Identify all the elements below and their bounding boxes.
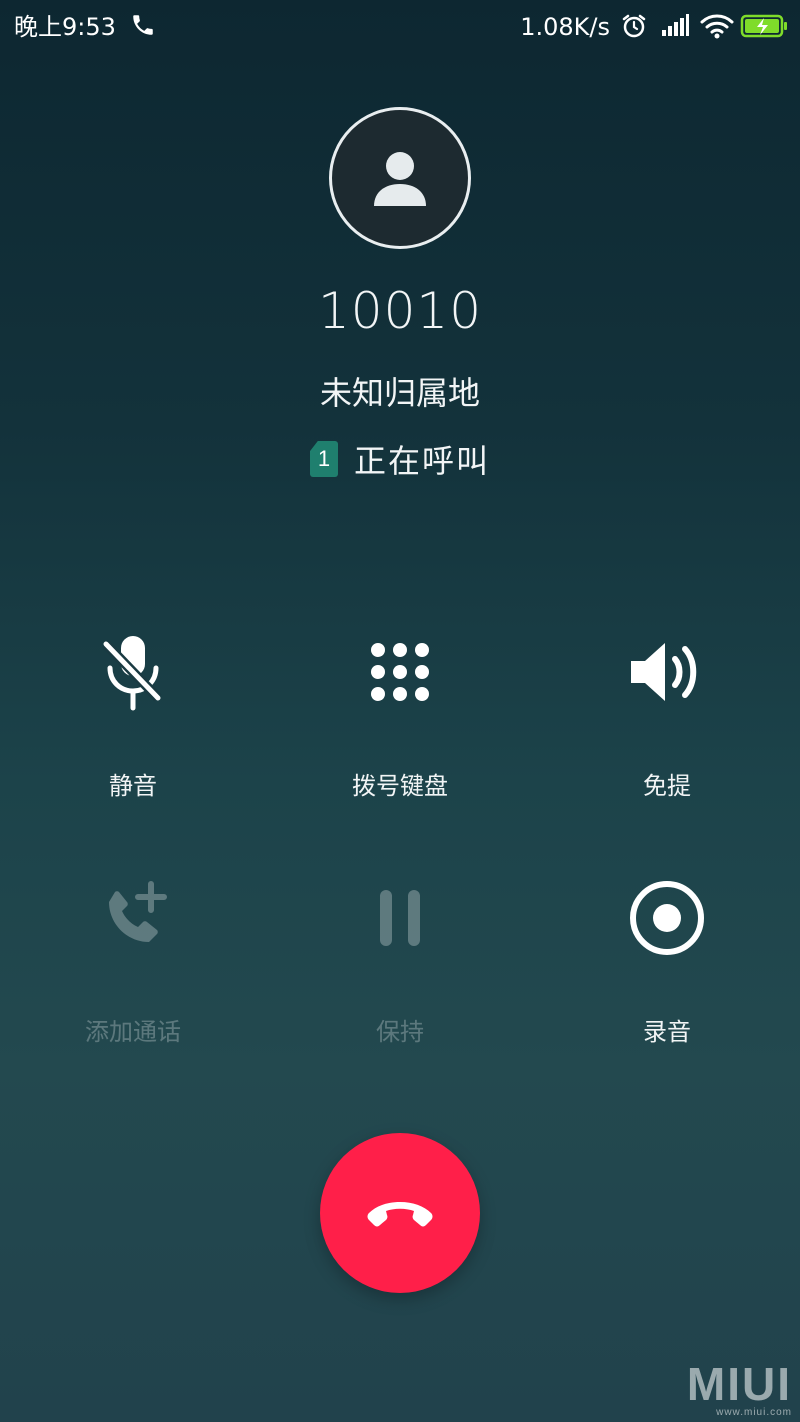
call-status-row: 1 正在呼叫 — [0, 436, 800, 482]
caller-location: 未知归属地 — [319, 374, 480, 412]
status-left: 晚上9:53 — [14, 12, 160, 42]
add-call-button[interactable]: 添加通话 — [0, 876, 266, 1047]
dialpad-icon — [371, 643, 429, 701]
record-label: 录音 — [643, 1018, 691, 1046]
battery-charging-icon — [740, 12, 788, 42]
hold-label: 保持 — [376, 1018, 424, 1046]
person-icon — [374, 152, 426, 206]
end-call-button[interactable] — [320, 1133, 480, 1293]
pause-icon — [380, 890, 420, 946]
miui-watermark: MIUI www.miui.com — [687, 1361, 792, 1418]
keypad-button[interactable]: 拨号键盘 — [267, 630, 533, 801]
status-bar: 晚上9:53 1.08K/s — [0, 0, 800, 56]
add-call-icon — [109, 881, 167, 942]
net-speed: 1.08K/s — [520, 13, 610, 41]
phone-call-icon — [130, 12, 160, 42]
signal-icon — [660, 12, 690, 42]
watermark-brand: MIUI — [686, 1358, 792, 1410]
wifi-icon — [700, 12, 734, 42]
add-call-label: 添加通话 — [85, 1018, 181, 1046]
speaker-button[interactable]: 免提 — [534, 630, 800, 801]
status-time: 晚上9:53 — [14, 13, 116, 41]
status-right: 1.08K/s — [520, 12, 788, 42]
mute-mic-icon — [102, 636, 162, 711]
call-status: 正在呼叫 — [353, 442, 490, 480]
sim-card-icon: 1 — [309, 441, 338, 477]
hang-up-icon — [367, 1202, 433, 1227]
alarm-icon — [620, 12, 650, 42]
keypad-label: 拨号键盘 — [352, 772, 448, 800]
contact-avatar — [329, 107, 471, 249]
mute-button[interactable]: 静音 — [0, 630, 266, 801]
mute-label: 静音 — [109, 772, 157, 800]
speaker-icon — [631, 643, 697, 701]
caller-number: 10010 — [317, 282, 483, 340]
speaker-label: 免提 — [643, 772, 691, 800]
record-button[interactable]: 录音 — [534, 876, 800, 1047]
hold-button[interactable]: 保持 — [267, 876, 533, 1047]
record-icon — [630, 881, 704, 955]
